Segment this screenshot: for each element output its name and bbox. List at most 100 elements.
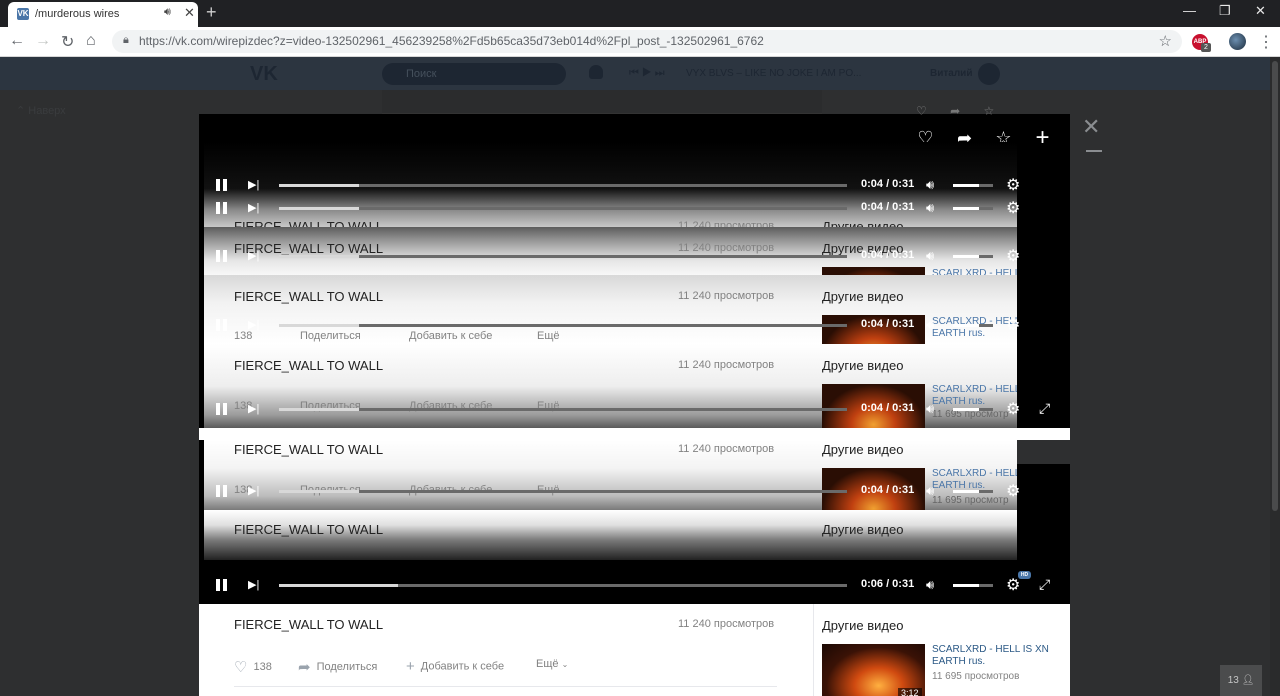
related-thumbnail-ghost <box>822 267 925 275</box>
progress-track[interactable] <box>279 184 847 187</box>
next-icon[interactable]: ▶| <box>248 318 259 331</box>
volume-slider[interactable] <box>953 490 993 493</box>
next-icon[interactable]: ▶| <box>248 484 259 497</box>
volume-slider[interactable] <box>953 184 993 187</box>
url-text[interactable]: https://vk.com/wirepizdec?z=video-132502… <box>139 34 764 48</box>
reload-icon[interactable]: ↻ <box>61 32 74 52</box>
volume-slider[interactable] <box>953 584 993 587</box>
close-window-icon[interactable]: ✕ <box>1255 3 1266 19</box>
progress-track[interactable] <box>279 324 847 327</box>
other-videos-ghost: Другие видео <box>822 358 904 373</box>
share-button[interactable]: ➦ Поделиться <box>298 658 377 676</box>
settings-gear-icon[interactable]: ⚙ <box>1006 399 1020 419</box>
vk-header: VK Поиск ⏮▶⏭ VYX BLVS – LIKE NO JOKE I A… <box>0 57 1270 90</box>
pause-icon[interactable] <box>216 202 227 214</box>
progress-fill <box>279 324 359 327</box>
volume-icon[interactable]: 🔊︎ <box>926 248 934 264</box>
back-icon[interactable]: ← <box>9 32 25 50</box>
progress-fill <box>279 584 399 587</box>
glitch-white-band <box>199 428 1070 440</box>
progress-fill <box>279 490 359 493</box>
volume-icon[interactable]: 🔊︎ <box>926 483 934 499</box>
pause-icon[interactable] <box>216 485 227 497</box>
hd-badge: HD <box>1018 571 1031 579</box>
new-tab-icon[interactable]: + <box>206 2 217 23</box>
next-icon[interactable]: ▶| <box>248 402 259 415</box>
chat-button[interactable]: 13 👤︎ <box>1220 665 1262 696</box>
vk-logo-icon[interactable]: VK <box>250 63 278 86</box>
settings-gear-icon[interactable]: ⚙ <box>1006 246 1020 266</box>
progress-track[interactable] <box>279 408 847 411</box>
home-icon[interactable]: ⌂ <box>86 32 96 50</box>
player-controls-ghost: ▶| 0:04 / 0:31 🔊︎ ⚙ ⤢ <box>204 399 1062 419</box>
next-icon[interactable]: ▶| <box>248 178 259 191</box>
related-title-ghost: SCARLXRD - HELL <box>932 468 1017 479</box>
pause-icon[interactable] <box>216 250 227 262</box>
search-input[interactable]: Поиск <box>382 63 566 85</box>
volume-icon[interactable]: 🔊︎ <box>926 177 934 193</box>
fullscreen-icon[interactable]: ⤢ <box>1039 400 1050 417</box>
add-to-my-videos-button[interactable]: + Добавить к себе <box>406 658 504 675</box>
progress-track[interactable] <box>279 207 847 210</box>
volume-slider[interactable] <box>953 207 993 210</box>
pause-icon[interactable] <box>216 179 227 191</box>
bookmark-star-icon[interactable]: ☆ <box>1159 32 1172 50</box>
video-title-ghost: FIERCE_WALL TO WALL <box>234 358 384 373</box>
volume-slider[interactable] <box>953 324 993 327</box>
time-display: 0:04 / 0:31 <box>861 484 915 496</box>
browser-tab-strip: VK /murderous wires 🔊︎ ✕ + — ❐ ✕ <box>0 0 1280 27</box>
settings-gear-icon[interactable]: ⚙ <box>1006 175 1020 195</box>
close-tab-icon[interactable]: ✕ <box>184 5 195 21</box>
volume-icon[interactable]: 🔊︎ <box>926 317 934 333</box>
progress-track[interactable] <box>279 255 847 258</box>
restore-window-icon[interactable]: ❐ <box>1219 3 1231 19</box>
more-button[interactable]: Ещё ⌄ <box>536 658 568 670</box>
back-to-top-link[interactable]: ⌃ Наверх <box>16 104 66 117</box>
scrollbar-thumb[interactable] <box>1272 61 1278 511</box>
volume-fill <box>953 184 979 187</box>
pause-icon[interactable] <box>216 579 227 591</box>
volume-icon[interactable]: 🔊︎ <box>926 401 934 417</box>
minimize-video-icon[interactable] <box>1086 150 1102 152</box>
like-count: 138 <box>253 660 272 673</box>
volume-icon[interactable]: 🔊︎ <box>926 577 934 593</box>
close-video-icon[interactable]: ✕ <box>1082 114 1100 140</box>
notifications-bell-icon[interactable] <box>589 65 603 79</box>
user-avatar[interactable] <box>978 63 1000 85</box>
browser-menu-icon[interactable]: ⋮ <box>1258 32 1274 52</box>
profile-avatar-icon[interactable] <box>1229 33 1246 50</box>
like-button[interactable]: ♡ 138 <box>234 658 272 676</box>
related-video-title[interactable]: SCARLXRD - HELL IS XN EARTH rus. <box>932 644 1052 668</box>
volume-slider[interactable] <box>953 408 993 411</box>
volume-slider[interactable] <box>953 255 993 258</box>
volume-icon[interactable]: 🔊︎ <box>926 200 934 216</box>
more-label: Ещё <box>536 658 559 670</box>
now-playing-track[interactable]: VYX BLVS – LIKE NO JOKE I AM PO... <box>686 68 861 79</box>
related-title-ghost: SCARLXRD - HELL <box>932 268 1017 275</box>
audio-player-controls[interactable]: ⏮▶⏭ <box>629 67 668 80</box>
settings-gear-icon[interactable]: ⚙ <box>1006 315 1020 335</box>
next-icon[interactable]: ▶| <box>248 249 259 262</box>
minimize-window-icon[interactable]: — <box>1183 3 1196 18</box>
progress-track[interactable] <box>279 490 847 493</box>
add-plus-icon[interactable]: + <box>1031 123 1054 153</box>
tab-title: /murderous wires <box>35 8 120 20</box>
video-views-ghost: 11 240 просмотров <box>678 220 775 227</box>
settings-gear-icon[interactable]: ⚙ <box>1006 198 1020 218</box>
user-name[interactable]: Виталий <box>930 68 972 79</box>
player-controls-ghost: ▶| 0:04 / 0:31 🔊︎ ⚙ <box>204 315 1062 335</box>
progress-track[interactable] <box>279 584 847 587</box>
progress-fill <box>279 255 359 258</box>
next-icon[interactable]: ▶| <box>248 201 259 214</box>
page-scrollbar[interactable] <box>1270 57 1280 696</box>
forward-icon[interactable]: → <box>35 32 51 50</box>
settings-gear-icon[interactable]: ⚙ <box>1006 481 1020 501</box>
browser-tab[interactable]: VK /murderous wires 🔊︎ ✕ <box>8 2 198 27</box>
pause-icon[interactable] <box>216 319 227 331</box>
speaker-icon[interactable]: 🔊︎ <box>164 6 171 19</box>
player-controls: ▶| 0:06 / 0:31 🔊︎ ⚙ HD ⤢ <box>204 571 1062 595</box>
next-icon[interactable]: ▶| <box>248 578 259 591</box>
fullscreen-icon[interactable]: ⤢ <box>1039 576 1050 593</box>
address-bar[interactable]: 🔒︎ https://vk.com/wirepizdec?z=video-132… <box>112 30 1182 53</box>
pause-icon[interactable] <box>216 403 227 415</box>
